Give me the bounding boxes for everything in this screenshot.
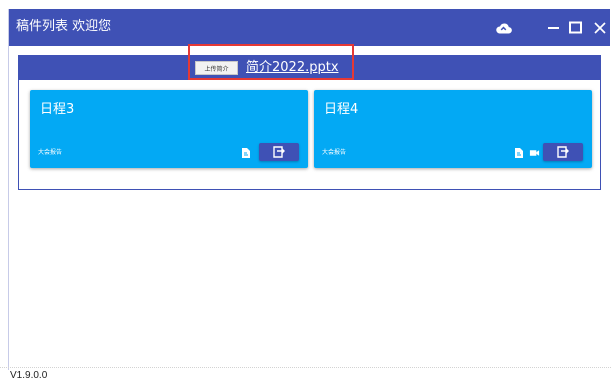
file-icon[interactable] [240,147,251,159]
export-icon [557,146,569,158]
card-subtitle: 大会报告 [322,149,347,156]
export-icon [273,146,285,158]
file-link[interactable]: 简介2022.pptx [246,59,339,76]
cloud-icon[interactable] [495,19,513,37]
export-button[interactable] [259,143,299,161]
close-icon[interactable] [591,19,609,37]
card-title: 日程3 [40,102,75,117]
schedule-card[interactable]: 日程4 大会报告 [314,90,592,168]
version-label: V1.9.0.0 [10,370,48,381]
manuscript-panel: 上传简介 简介2022.pptx 日程3 大会报告 日程4 大会报告 [18,44,601,190]
card-title: 日程4 [324,102,359,117]
title-bar: 稿件列表 欢迎您 [9,9,610,46]
footer-divider [0,367,611,368]
panel-header: 上传简介 简介2022.pptx [19,56,600,80]
file-icon[interactable] [513,147,524,159]
maximize-icon[interactable] [567,19,585,37]
window-title: 稿件列表 欢迎您 [16,19,112,34]
app-window: 稿件列表 欢迎您 上传简介 简介2022.pptx 日程3 大会报告 日程4 大… [8,9,610,370]
video-icon[interactable] [529,147,540,159]
upload-intro-button[interactable]: 上传简介 [195,61,238,75]
card-subtitle: 大会报告 [38,149,63,156]
minimize-icon[interactable] [545,19,563,37]
schedule-card[interactable]: 日程3 大会报告 [30,90,308,168]
export-button[interactable] [543,143,583,161]
